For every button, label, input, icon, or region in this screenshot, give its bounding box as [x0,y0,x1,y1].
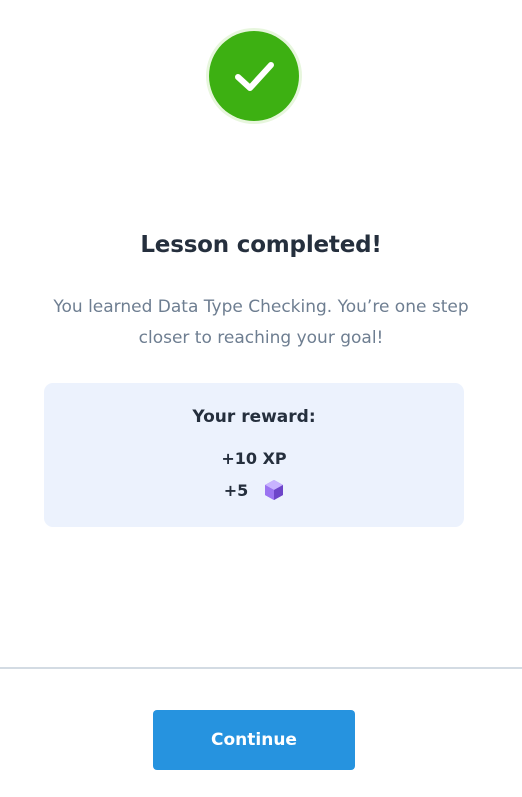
reward-title: Your reward: [192,407,316,427]
footer-divider [0,667,522,669]
checkmark-icon [235,62,274,91]
lesson-completed-message: You learned Data Type Checking. You’re o… [53,297,469,348]
reward-gems-amount: +5 [223,480,249,500]
success-check-badge [209,31,299,121]
reward-xp: +10 XP [221,449,287,468]
reward-card: Your reward: +10 XP +5 [44,383,464,527]
gem-icon [265,480,284,500]
lesson-completed-title: Lesson completed! [140,232,382,258]
reward-gems-row: +5 [44,479,464,501]
continue-button[interactable]: Continue [153,710,355,770]
lesson-complete-screen: Lesson completed! You learned Data Type … [0,0,522,797]
